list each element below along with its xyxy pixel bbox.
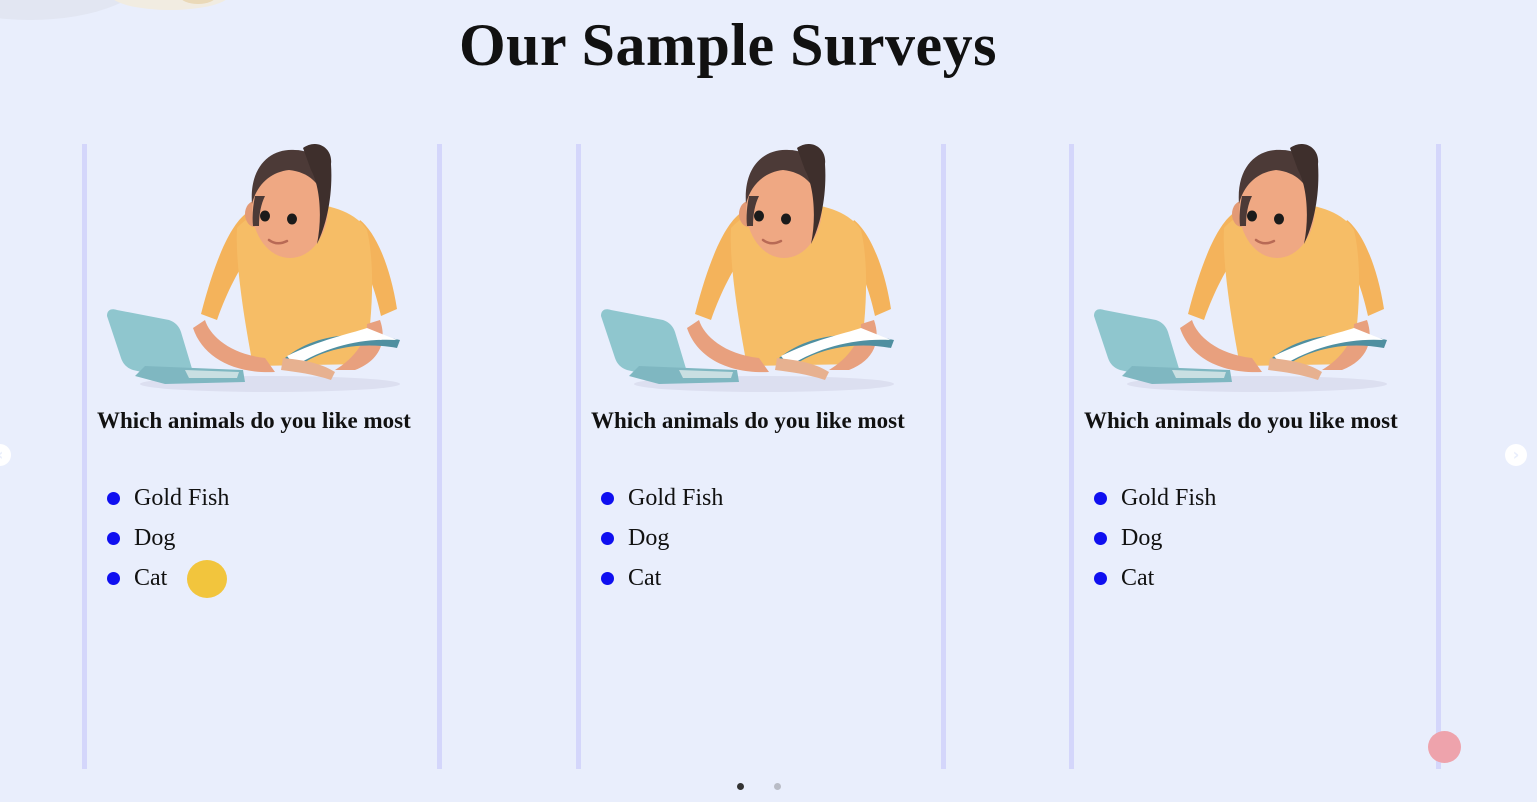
survey-card-3[interactable]: Which animals do you like most Gold Fish… [1069,144,1441,769]
bullet-icon [1094,491,1107,505]
survey-question: Which animals do you like most [1084,408,1398,433]
answer-option[interactable]: Dog [107,518,229,558]
answer-option-label: Dog [1121,524,1163,551]
answer-option[interactable]: Gold Fish [1094,478,1216,518]
bullet-icon [601,571,614,585]
chevron-right-icon[interactable]: › [1505,444,1527,466]
decorative-pink-dot [1428,731,1461,763]
answer-options: Gold Fish Dog Cat [1094,478,1216,598]
chevron-left-icon[interactable]: ‹ [0,444,11,466]
answer-option-label: Gold Fish [628,484,724,511]
carousel-dot[interactable] [774,783,781,790]
survey-question: Which animals do you like most [97,408,411,433]
survey-illustration [601,144,894,392]
survey-question: Which animals do you like most [591,408,905,433]
answer-options: Gold Fish Dog Cat [601,478,723,598]
decorative-yellow-dot [187,560,227,598]
carousel-dot[interactable] [737,783,744,790]
answer-option-label: Gold Fish [134,484,230,511]
answer-option[interactable]: Gold Fish [107,478,229,518]
bullet-icon [601,531,614,545]
answer-option[interactable]: Dog [1094,518,1216,558]
survey-card-1[interactable]: Which animals do you like most Gold Fish… [82,144,442,769]
answer-option-label: Cat [134,564,168,591]
answer-option-label: Gold Fish [1121,484,1217,511]
answer-option[interactable]: Cat [601,558,723,598]
bullet-icon [1094,531,1107,545]
bullet-icon [107,531,120,545]
answer-option-label: Cat [1121,564,1155,591]
bullet-icon [601,491,614,505]
answer-option[interactable]: Cat [1094,558,1216,598]
answer-option-label: Cat [628,564,662,591]
answer-option[interactable]: Gold Fish [601,478,723,518]
bullet-icon [107,571,120,585]
bullet-icon [1094,571,1107,585]
answer-option-label: Dog [134,524,176,551]
survey-card-2[interactable]: Which animals do you like most Gold Fish… [576,144,946,769]
page-title: Our Sample Surveys [459,12,997,78]
answer-option-label: Dog [628,524,670,551]
survey-illustration [1094,144,1387,392]
answer-option[interactable]: Dog [601,518,723,558]
survey-illustration [107,144,400,392]
bullet-icon [107,491,120,505]
